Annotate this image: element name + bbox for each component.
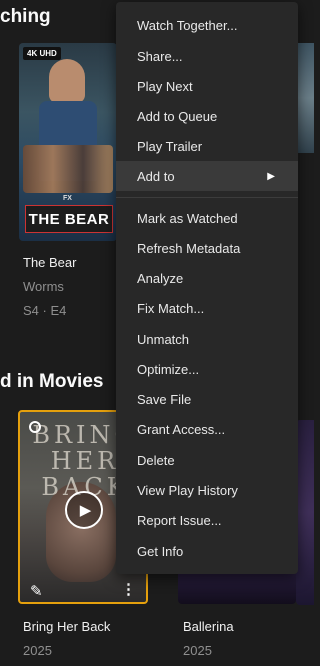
card-episode-title[interactable]: Worms (23, 279, 64, 294)
menu-item-add-to[interactable]: Add to ▶ (116, 161, 298, 191)
show-logo: THE BEAR (25, 205, 113, 233)
card-episode-number: S4 · E4 (23, 303, 67, 318)
more-vertical-icon[interactable]: ⋮ (121, 580, 136, 598)
card-title-the-bear[interactable]: The Bear (23, 255, 76, 270)
poster-art (23, 145, 113, 193)
select-circle-icon[interactable] (29, 421, 41, 433)
menu-item-label: Add to (137, 168, 175, 184)
show-logo-text: THE BEAR (28, 210, 110, 228)
menu-item-report-issue[interactable]: Report Issue... (116, 505, 298, 535)
section-title-recently-added-movies: d in Movies (0, 371, 104, 392)
menu-item-view-play-history[interactable]: View Play History (116, 475, 298, 505)
menu-item-delete[interactable]: Delete (116, 445, 298, 475)
resolution-badge: 4K UHD (23, 47, 61, 60)
menu-item-share[interactable]: Share... (116, 41, 298, 71)
poster-art (49, 59, 85, 103)
card-year: 2025 (23, 643, 52, 658)
menu-item-play-trailer[interactable]: Play Trailer (116, 131, 298, 161)
menu-item-fix-match[interactable]: Fix Match... (116, 293, 298, 323)
menu-item-analyze[interactable]: Analyze (116, 263, 298, 293)
menu-item-add-to-queue[interactable]: Add to Queue (116, 101, 298, 131)
menu-item-mark-as-watched[interactable]: Mark as Watched (116, 203, 298, 233)
menu-item-optimize[interactable]: Optimize... (116, 354, 298, 384)
poster-the-bear[interactable]: FX THE BEAR 4K UHD (19, 43, 117, 241)
chevron-right-icon: ▶ (267, 170, 275, 182)
card-title-bring-her-back[interactable]: Bring Her Back (23, 619, 110, 634)
menu-item-get-info[interactable]: Get Info (116, 536, 298, 566)
section-title-continue-watching: ching (0, 6, 51, 27)
play-icon[interactable]: ▶ (65, 491, 103, 529)
context-menu: Watch Together... Share... Play Next Add… (116, 2, 298, 574)
menu-item-play-next[interactable]: Play Next (116, 71, 298, 101)
card-title-ballerina[interactable]: Ballerina (183, 619, 234, 634)
menu-item-refresh-metadata[interactable]: Refresh Metadata (116, 233, 298, 263)
poster-partial[interactable] (296, 420, 314, 605)
menu-item-unmatch[interactable]: Unmatch (116, 324, 298, 354)
menu-item-watch-together[interactable]: Watch Together... (116, 10, 298, 40)
pencil-icon[interactable]: ✎ (30, 582, 43, 600)
menu-item-grant-access[interactable]: Grant Access... (116, 414, 298, 444)
network-logo: FX (63, 195, 72, 202)
menu-item-save-file[interactable]: Save File (116, 384, 298, 414)
card-year: 2025 (183, 643, 212, 658)
menu-divider (116, 197, 298, 198)
